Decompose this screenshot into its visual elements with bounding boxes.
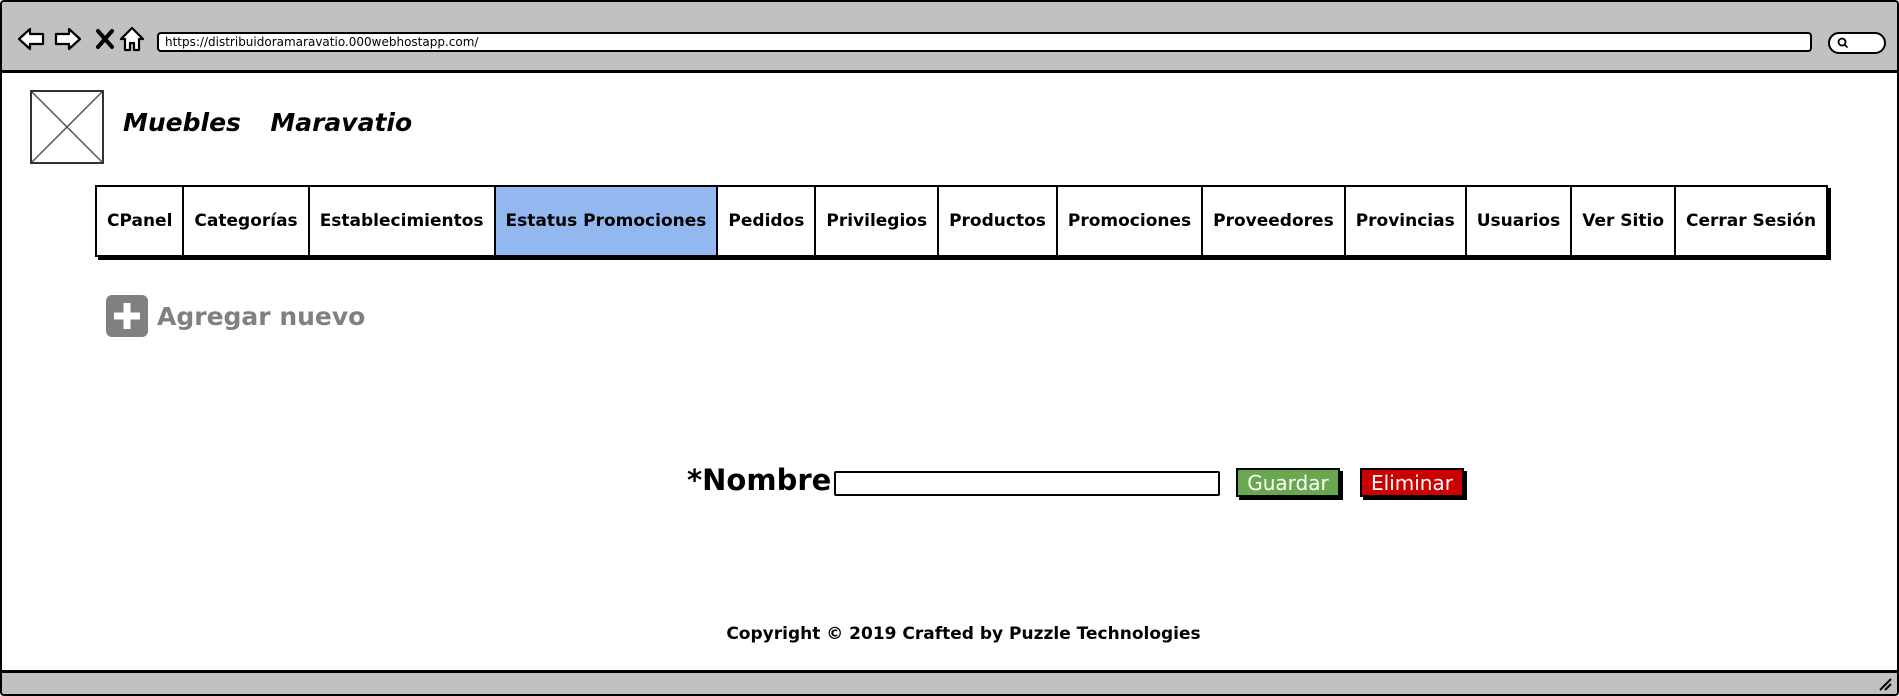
menu-item-pedidos[interactable]: Pedidos [718, 187, 817, 255]
resize-grip-icon[interactable] [1877, 677, 1893, 691]
menu-item-usuarios[interactable]: Usuarios [1467, 187, 1573, 255]
menu-item-establecimientos[interactable]: Establecimientos [310, 187, 496, 255]
footer-copyright: Copyright © 2019 Crafted by Puzzle Techn… [726, 624, 1201, 644]
site-title: Muebles Maravatio [123, 108, 413, 137]
home-icon[interactable] [117, 24, 147, 54]
logo-image-placeholder [30, 90, 104, 164]
save-button[interactable]: Guardar [1236, 468, 1340, 497]
menu-item-provincias[interactable]: Provincias [1346, 187, 1467, 255]
delete-button[interactable]: Eliminar [1360, 468, 1464, 497]
browser-search[interactable] [1828, 32, 1886, 54]
search-icon [1837, 37, 1849, 49]
menu-item-proveedores[interactable]: Proveedores [1203, 187, 1346, 255]
close-icon[interactable] [90, 24, 120, 54]
forward-icon[interactable] [53, 24, 83, 54]
browser-toolbar: https://distribuidoramaravatio.000webhos… [2, 2, 1897, 73]
browser-window: https://distribuidoramaravatio.000webhos… [0, 0, 1899, 696]
add-new-button[interactable]: Agregar nuevo [106, 295, 365, 337]
menu-item-cpanel[interactable]: CPanel [97, 187, 185, 255]
menu-item-privilegios[interactable]: Privilegios [816, 187, 940, 255]
admin-menu: CPanel Categorías Establecimientos Estat… [95, 185, 1829, 257]
menu-item-promociones[interactable]: Promociones [1058, 187, 1204, 255]
menu-item-cerrar-sesion[interactable]: Cerrar Sesión [1676, 187, 1826, 255]
back-icon[interactable] [16, 24, 46, 54]
menu-item-categorias[interactable]: Categorías [184, 187, 310, 255]
menu-item-productos[interactable]: Productos [939, 187, 1058, 255]
name-label: *Nombre [687, 463, 832, 497]
status-bar [2, 670, 1897, 694]
url-bar[interactable]: https://distribuidoramaravatio.000webhos… [157, 32, 1812, 52]
add-new-label: Agregar nuevo [157, 301, 366, 331]
plus-icon [106, 295, 148, 337]
menu-item-ver-sitio[interactable]: Ver Sitio [1572, 187, 1676, 255]
name-input[interactable] [834, 471, 1220, 496]
menu-item-estatus-promociones[interactable]: Estatus Promociones [495, 187, 719, 255]
